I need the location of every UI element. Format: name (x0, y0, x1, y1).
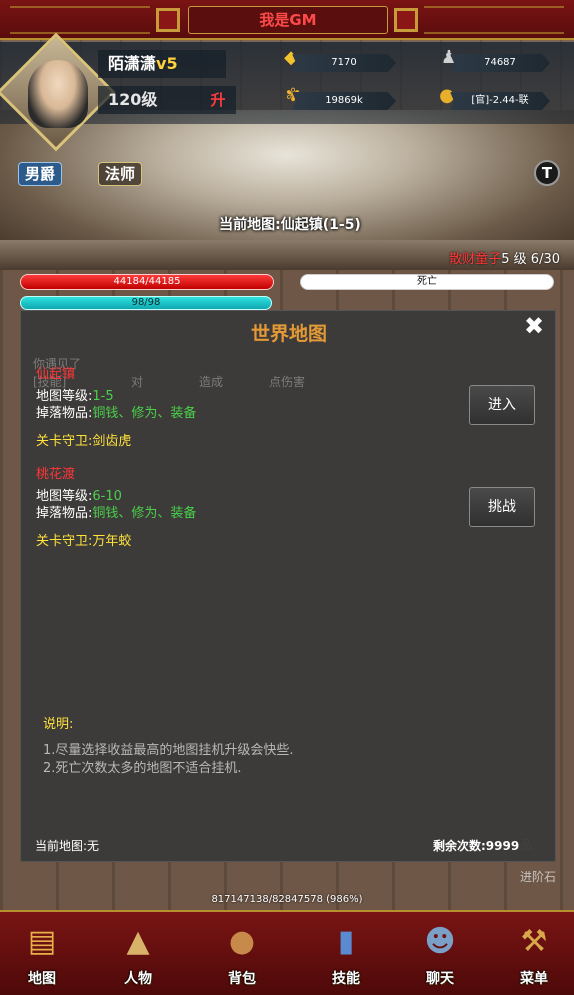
map-level-value: 6-10 (92, 489, 122, 504)
nav-label: 菜单 (520, 971, 548, 987)
title-bar: 我是GM (0, 0, 574, 40)
map-drops-row: 掉落物品:铜钱、修为、装备 (36, 505, 456, 522)
explain-line: 1.尽量选择收益最高的地图挂机升级会快些. (43, 743, 294, 758)
map-drops-label: 掉落物品: (36, 406, 93, 421)
enter-button[interactable]: 进入 (469, 385, 535, 425)
nav-label: 人物 (124, 971, 152, 987)
class-badge[interactable]: 法师 (98, 162, 143, 186)
player-name: 陌潇潇 (108, 54, 157, 73)
map-level-row: 地图等级:6-10 (36, 488, 456, 505)
map-drops-row: 掉落物品:铜钱、修为、装备 (36, 405, 456, 422)
nav-chat[interactable]: ☻ 聊天 (400, 912, 480, 995)
map-guard: 关卡守卫:剑齿虎 (36, 434, 132, 449)
current-map-label: 当前地图:仙起镇(1-5) (219, 217, 361, 233)
gold-amount: 7170 (292, 54, 396, 72)
map-guard: 关卡守卫:万年蛟 (36, 534, 132, 549)
map-drops-value: 铜钱、修为、装备 (92, 406, 197, 421)
nav-skill[interactable]: ▮ 技能 (306, 912, 386, 995)
map-name: 仙起镇 (36, 367, 76, 382)
current-map-status: 当前地图:无 (35, 839, 100, 853)
remaining-count: 剩余次数:9999 (433, 839, 520, 853)
bag-icon: ● (228, 924, 256, 959)
close-icon[interactable]: ✖ (521, 313, 547, 339)
t-button[interactable]: T (534, 160, 560, 186)
hammer-icon: ⚒ (520, 924, 548, 959)
nav-label: 聊天 (426, 971, 454, 987)
explain-line: 2.死亡次数太多的地图不适合挂机. (43, 761, 242, 776)
title-ornament-right (394, 8, 418, 32)
log-fragment-right2: 进阶石 (520, 870, 557, 884)
player-hp-bar: 44184/44185 (20, 274, 274, 290)
enemy-level: 5 级 6/30 (501, 252, 560, 267)
title-pattern-right (424, 6, 564, 34)
nav-character[interactable]: ▲ 人物 (98, 912, 178, 995)
title-ornament-left (156, 8, 180, 32)
skill-book-icon: ▮ (337, 924, 355, 959)
world-map-panel: 你遇见了 [技能] 对 造成 点伤害 世界地图 ✖ 仙起镇 地图等级:1-5 掉… (20, 310, 556, 862)
map-level-value: 1-5 (92, 389, 114, 404)
enemy-info: 散财童子5 级 6/30 (400, 248, 560, 267)
avatar[interactable] (28, 60, 88, 128)
explain-title: 说明: (43, 717, 74, 732)
nav-bag[interactable]: ● 背包 (202, 912, 282, 995)
map-drops-label: 掉落物品: (36, 506, 93, 521)
enemy-name: 散财童子 (449, 252, 502, 267)
player-mp-bar: 98/98 (20, 296, 272, 310)
map-level-label: 地图等级: (36, 389, 93, 404)
experience-text: 817147138/82847578 (986%) (211, 894, 363, 905)
bottom-nav: ▤ 地图 ▲ 人物 ● 背包 ▮ 技能 ☻ 聊天 ⚒ 菜单 (0, 910, 574, 995)
gender-badge[interactable]: 男爵 (18, 162, 63, 186)
hall-scene (0, 110, 574, 260)
map-entry: 仙起镇 地图等级:1-5 掉落物品:铜钱、修为、装备 关卡守卫:剑齿虎 (36, 363, 456, 449)
app-title: 我是GM (188, 6, 388, 34)
chat-icon: ☻ (424, 924, 456, 959)
player-name-box: 陌潇潇v5 (98, 50, 226, 78)
nav-map[interactable]: ▤ 地图 (2, 912, 82, 995)
grain-amount: 19869k (292, 92, 396, 110)
guild-info: [官]-2.44-联 (450, 92, 550, 110)
map-name: 桃花渡 (36, 467, 76, 482)
panel-title: 世界地图 (250, 323, 327, 345)
map-level-row: 地图等级:1-5 (36, 388, 456, 405)
nav-label: 技能 (332, 971, 360, 987)
map-entry: 桃花渡 地图等级:6-10 掉落物品:铜钱、修为、装备 关卡守卫:万年蛟 (36, 463, 456, 549)
level-up-button[interactable]: 升 (206, 88, 230, 112)
title-pattern-left (10, 6, 150, 34)
enemy-hp-bar: 死亡 (300, 274, 554, 290)
nav-label: 地图 (28, 971, 56, 987)
map-level-label: 地图等级: (36, 489, 93, 504)
map-scroll-icon: ▤ (27, 924, 57, 959)
character-icon: ▲ (126, 924, 150, 959)
nav-label: 背包 (228, 971, 256, 987)
map-drops-value: 铜钱、修为、装备 (92, 506, 197, 521)
vip-level: v5 (156, 54, 178, 73)
power-amount: 74687 (450, 54, 550, 72)
nav-menu[interactable]: ⚒ 菜单 (494, 912, 574, 995)
challenge-button[interactable]: 挑战 (469, 487, 535, 527)
